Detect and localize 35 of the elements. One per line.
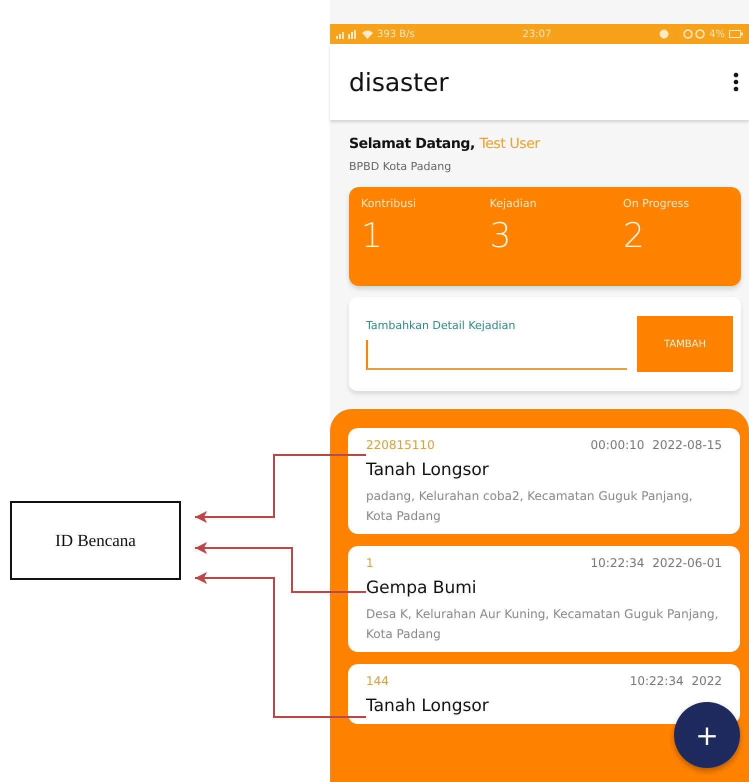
stat-label: Kejadian xyxy=(490,197,538,210)
stat-value: 1 xyxy=(361,216,384,256)
overflow-menu-icon[interactable] xyxy=(733,72,739,92)
battery-level: 4% xyxy=(709,28,725,40)
detail-input-field[interactable] xyxy=(366,340,627,370)
incident-title: Gempa Bumi xyxy=(366,577,478,598)
stat-value: 3 xyxy=(490,216,512,256)
network-speed: 393 B/s xyxy=(377,28,415,40)
incident-id: 220815110 xyxy=(366,438,435,452)
incident-title: Tanah Longsor xyxy=(366,695,490,716)
incident-title: Tanah Longsor xyxy=(366,459,490,480)
incident-datetime: 10:22:34 2022-06-01 xyxy=(590,556,722,570)
wifi-icon xyxy=(362,30,373,38)
incident-card[interactable]: 220815110 00:00:10 2022-08-15 Tanah Longsor padang, Kelurahan coba2, Kecamatan Guguk Panjang, Kota Padang xyxy=(348,428,740,534)
signal-icon xyxy=(336,30,358,38)
status-icons xyxy=(659,29,706,39)
greeting: Selamat Datang, Test User xyxy=(348,136,542,152)
annotation-label: ID Bencana xyxy=(10,501,181,580)
incident-card[interactable]: 1 10:22:34 2022-06-01 Gempa Bumi Desa K, Kelurahan Aur Kuning, Kecamatan Guguk Panjang, Kota Padang xyxy=(348,546,740,652)
stat-label: On Progress xyxy=(623,197,690,210)
field-label: Tambahkan Detail Kejadian xyxy=(366,318,516,332)
incident-address: padang, Kelurahan coba2, Kecamatan Guguk Panjang, Kota Padang xyxy=(366,488,694,525)
app-title: disaster xyxy=(349,68,449,96)
incident-card[interactable]: 144 10:22:34 2022 Tanah Longsor xyxy=(348,664,740,724)
incident-id: 144 xyxy=(366,674,389,688)
stat-label: Kontribusi xyxy=(361,197,417,210)
incident-datetime: 10:22:34 2022 xyxy=(630,674,722,688)
stat-value: 2 xyxy=(623,216,646,256)
incident-id: 1 xyxy=(366,556,374,570)
incident-datetime: 00:00:10 2022-08-15 xyxy=(590,438,722,452)
incident-address: Desa K, Kelurahan Aur Kuning, Kecamatan Guguk Panjang, Kota Padang xyxy=(366,606,720,643)
agency-name: BPBD Kota Padang xyxy=(348,159,452,173)
battery-icon xyxy=(728,30,743,38)
clock: 23:07 xyxy=(522,28,552,40)
add-fab[interactable]: + xyxy=(674,702,740,768)
